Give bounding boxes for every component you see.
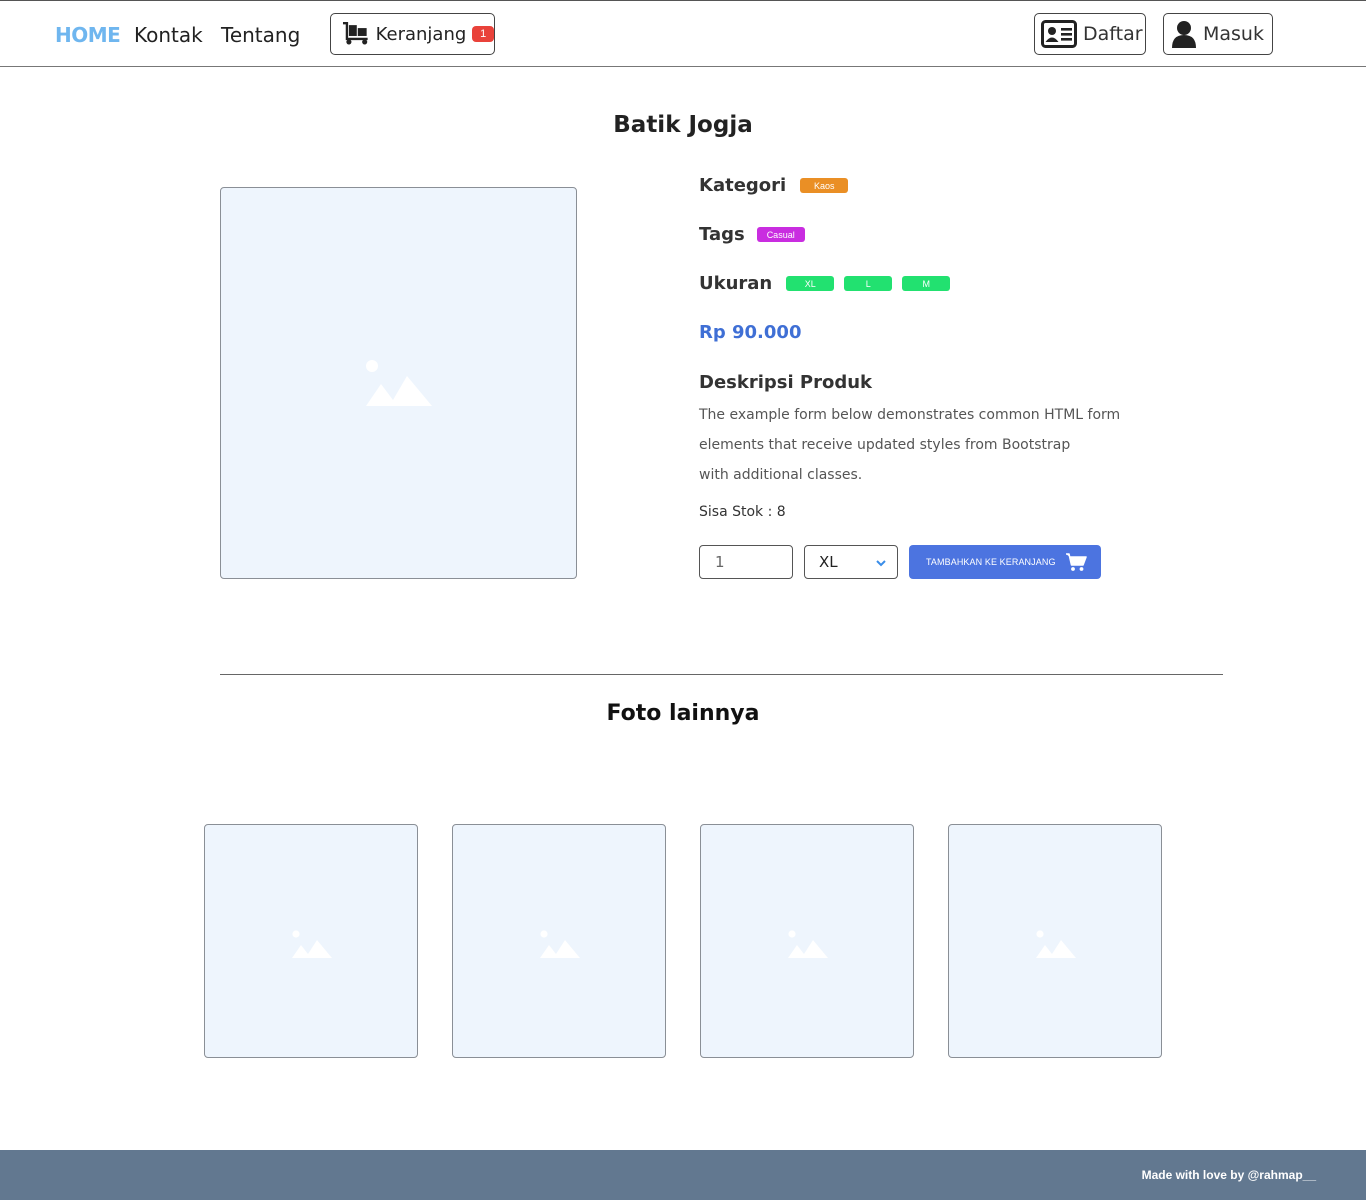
image-placeholder-icon	[540, 930, 580, 958]
size-badge-m: M	[902, 276, 951, 291]
other-photo-thumbnail[interactable]	[700, 824, 914, 1058]
nav-home-link[interactable]: HOME	[55, 23, 121, 47]
quantity-input[interactable]	[699, 545, 793, 579]
description-line: elements that receive updated styles fro…	[699, 437, 1071, 453]
tags-label: Tags	[699, 224, 745, 245]
category-row: Kategori Kaos	[699, 175, 849, 196]
tag-badge: Casual	[756, 227, 805, 242]
stock-info: Sisa Stok : 8	[699, 504, 786, 520]
description-title: Deskripsi Produk	[699, 372, 873, 393]
stock-label: Sisa Stok :	[699, 504, 777, 520]
cart-dolly-icon	[342, 22, 368, 45]
size-select-value: XL	[819, 553, 838, 571]
category-badge: Kaos	[800, 178, 849, 193]
navbar: HOME Kontak Tentang Keranjang 1 Daftar M…	[0, 0, 1366, 67]
other-photo-thumbnail[interactable]	[452, 824, 666, 1058]
login-button[interactable]: Masuk	[1163, 13, 1273, 55]
id-card-icon	[1041, 20, 1077, 48]
category-label: Kategori	[699, 175, 787, 196]
user-icon	[1172, 21, 1196, 48]
description-line: with additional classes.	[699, 467, 863, 483]
product-price: Rp 90.000	[699, 322, 802, 343]
image-placeholder-icon	[292, 930, 332, 958]
image-placeholder-icon	[366, 360, 432, 406]
nav-tentang-link[interactable]: Tentang	[221, 23, 300, 47]
sizes-label: Ukuran	[699, 273, 773, 294]
image-placeholder-icon	[1036, 930, 1076, 958]
nav-kontak-link[interactable]: Kontak	[134, 23, 203, 47]
other-photo-thumbnail[interactable]	[948, 824, 1162, 1058]
add-to-cart-button[interactable]: TAMBAHKAN KE KERANJANG	[909, 545, 1101, 579]
shopping-cart-icon	[1066, 553, 1087, 571]
footer-credit: Made with love by @rahmap__	[1141, 1168, 1316, 1182]
cart-count-badge: 1	[472, 26, 494, 42]
register-button[interactable]: Daftar	[1034, 13, 1146, 55]
sizes-row: Ukuran XL L M	[699, 273, 951, 294]
size-badge-xl: XL	[786, 276, 835, 291]
other-photo-thumbnail[interactable]	[204, 824, 418, 1058]
section-divider	[220, 674, 1223, 675]
footer: Made with love by @rahmap__	[0, 1150, 1366, 1200]
login-label: Masuk	[1203, 23, 1264, 45]
add-to-cart-label: TAMBAHKAN KE KERANJANG	[926, 557, 1056, 567]
tags-row: Tags Casual	[699, 224, 805, 245]
stock-value: 8	[776, 504, 786, 520]
product-title: Batik Jogja	[613, 112, 753, 138]
register-label: Daftar	[1083, 23, 1143, 45]
other-photos-title: Foto lainnya	[606, 701, 760, 726]
size-select[interactable]: XL	[804, 545, 898, 579]
size-badge-l: L	[844, 276, 893, 291]
image-placeholder-icon	[788, 930, 828, 958]
description-line: The example form below demonstrates comm…	[699, 407, 1121, 423]
product-main-image[interactable]	[220, 187, 577, 579]
cart-button[interactable]: Keranjang 1	[330, 13, 495, 55]
chevron-down-icon	[876, 560, 886, 567]
cart-label: Keranjang	[375, 23, 467, 45]
